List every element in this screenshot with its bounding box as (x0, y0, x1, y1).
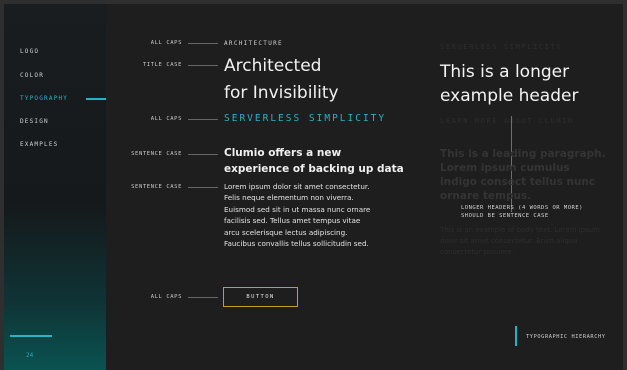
example-header-line2: example header (440, 86, 579, 106)
section-footer-label: TYPOGRAPHIC HIERARCHY (526, 334, 606, 340)
page-number: 24 (26, 352, 34, 359)
spec-teal-text: SERVERLESS SIMPLICITY (224, 113, 387, 124)
sidebar-item-color[interactable]: COLOR (20, 72, 44, 79)
body-line: Faucibus convallis tellus sollicitudin s… (224, 239, 369, 249)
example-header-line1: This is a longer (440, 62, 570, 82)
connector-line (188, 65, 218, 66)
spec-sentence-line1: Clumio offers a new (224, 147, 342, 159)
sidebar-item-design[interactable]: DESIGN (20, 118, 49, 125)
body-line: arcu scelerisque lectus adipiscing. (224, 227, 348, 237)
sidebar-item-examples[interactable]: EXAMPLES (20, 141, 59, 148)
spec-label-title-case: TITLE CASE (142, 62, 182, 68)
example-ghost-body: This is an example of body text. Lorem i… (440, 226, 600, 256)
example-header: This is a longer example header (440, 60, 578, 108)
sidebar: LOGO COLOR TYPOGRAPHY DESIGN EXAMPLES 24 (4, 4, 106, 370)
annotation-note-line1: LONGER HEADERS (4 WORDS OR MORE) (461, 205, 583, 211)
spec-caps-text: ARCHITECTURE (224, 40, 283, 47)
example-ghost-paragraph: This is a leading paragraph. Lorem ipsum… (440, 148, 606, 202)
connector-line (188, 119, 218, 120)
spec-label-all-caps-3: ALL CAPS (150, 294, 182, 300)
sample-button[interactable]: BUTTON (223, 287, 298, 307)
connector-line (188, 297, 218, 298)
example-ghost-caps-2: LEARN MORE ABOUT CLUMIO (440, 117, 574, 125)
body-line: Felis neque elementum non viverra. (224, 193, 354, 203)
spec-label-sentence-case-1: SENTENCE CASE (131, 151, 182, 157)
connector-line (188, 187, 218, 188)
spec-title-line2: for Invisibility (224, 83, 339, 103)
sidebar-item-typography[interactable]: TYPOGRAPHY (20, 95, 68, 102)
active-indicator (86, 98, 106, 100)
spec-body-text: Lorem ipsum dolor sit amet consectetur. … (224, 181, 399, 249)
body-line: Lorem ipsum dolor sit amet consectetur. (224, 182, 370, 191)
sidebar-item-logo[interactable]: LOGO (20, 48, 39, 55)
body-line: facilisis sed. Tellus amet tempus vitae (224, 216, 361, 226)
example-ghost-caps: SERVERLESS SIMPLICITY (440, 43, 563, 51)
spec-sentence-line2: experience of backing up data (224, 163, 404, 175)
annotation-note: LONGER HEADERS (4 WORDS OR MORE) SHOULD … (461, 204, 601, 220)
spec-title-line1: Architected (224, 56, 322, 76)
progress-bar (10, 335, 52, 337)
annotation-note-line2: SHOULD BE SENTENCE CASE (461, 213, 549, 219)
slide-frame: LOGO COLOR TYPOGRAPHY DESIGN EXAMPLES 24… (4, 4, 623, 370)
connector-line (188, 43, 218, 44)
spec-label-sentence-case-2: SENTENCE CASE (131, 184, 182, 190)
footer-accent-bar (515, 326, 517, 346)
spec-label-all-caps-2: ALL CAPS (150, 116, 182, 122)
spec-label-all-caps-1: ALL CAPS (150, 40, 182, 46)
connector-line (188, 154, 218, 155)
body-line: Euismod sed sit in ut massa nunc ornare (224, 204, 371, 214)
